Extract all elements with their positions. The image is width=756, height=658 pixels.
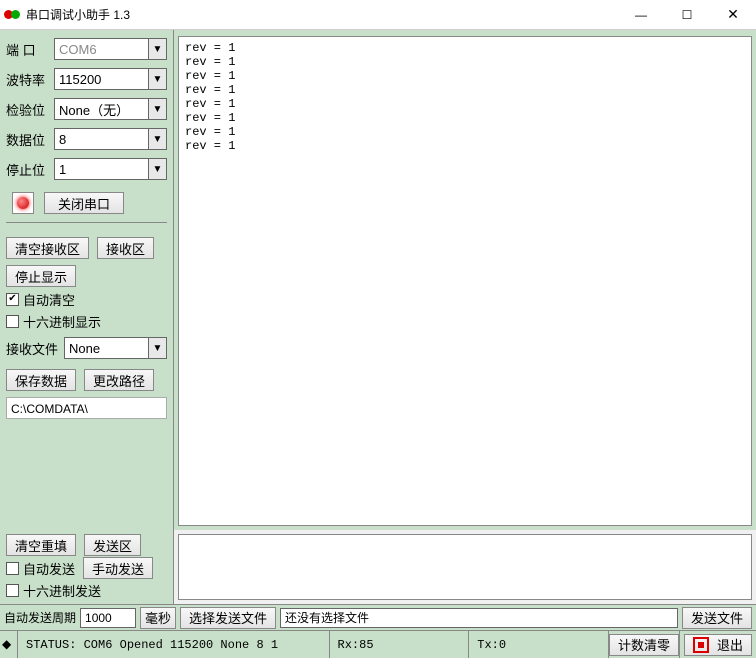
tx-textarea[interactable] [178,534,752,600]
period-unit: 毫秒 [140,607,176,629]
port-value: COM6 [59,42,97,57]
parity-label: 检验位 [6,100,54,119]
hex-send-label: 十六进制发送 [23,581,101,600]
chevron-down-icon[interactable]: ▼ [148,129,166,149]
config-panel: 端 口 COM6 ▼ 波特率 115200 ▼ 检验位 None（无） ▼ 数据… [0,30,174,530]
stop-display-button[interactable]: 停止显示 [6,265,76,287]
chevron-down-icon[interactable]: ▼ [148,39,166,59]
period-input[interactable]: 1000 [80,608,136,628]
auto-clear-label: 自动清空 [23,290,75,309]
choose-file-button[interactable]: 选择发送文件 [180,607,276,629]
close-port-button[interactable]: 关闭串口 [44,192,124,214]
port-status-icon [12,192,34,214]
hex-send-checkbox[interactable] [6,584,19,597]
titlebar: 串口调试小助手 1.3 — ☐ ✕ [0,0,756,30]
clear-rx-button[interactable]: 清空接收区 [6,237,89,259]
exit-button[interactable]: 退出 [684,634,752,656]
tx-count: Tx:0 [469,631,609,658]
send-file-button[interactable]: 发送文件 [682,607,752,629]
auto-clear-checkbox[interactable]: ✔ [6,293,19,306]
file-path-display: 还没有选择文件 [280,608,678,628]
send-panel: 清空重填 发送区 自动发送 手动发送 十六进制发送 [0,530,756,604]
change-path-button[interactable]: 更改路径 [84,369,154,391]
databits-select[interactable]: 8 ▼ [54,128,167,150]
minimize-button[interactable]: — [618,0,664,30]
databits-label: 数据位 [6,130,54,149]
period-label: 自动发送周期 [4,609,76,626]
clear-count-button[interactable]: 计数清零 [609,634,679,656]
baud-select[interactable]: 115200 ▼ [54,68,167,90]
clear-refill-button[interactable]: 清空重填 [6,534,76,556]
stop-icon [693,637,709,653]
stopbits-select[interactable]: 1 ▼ [54,158,167,180]
save-data-button[interactable]: 保存数据 [6,369,76,391]
parity-select[interactable]: None（无） ▼ [54,98,167,120]
status-icon: ◆ [2,638,11,652]
chevron-down-icon[interactable]: ▼ [148,69,166,89]
rx-panel: rev = 1 rev = 1 rev = 1 rev = 1 rev = 1 … [174,30,756,530]
baud-label: 波特率 [6,70,54,89]
tx-area-button[interactable]: 发送区 [84,534,141,556]
port-label: 端 口 [6,40,54,59]
status-text: STATUS: COM6 Opened 115200 None 8 1 [18,631,330,658]
hex-display-checkbox[interactable] [6,315,19,328]
rx-file-select[interactable]: None ▼ [64,337,167,359]
hex-display-label: 十六进制显示 [23,312,101,331]
exit-label: 退出 [717,635,743,654]
status-bar: ◆ STATUS: COM6 Opened 115200 None 8 1 Rx… [0,630,756,658]
auto-send-label: 自动发送 [23,559,75,578]
maximize-button[interactable]: ☐ [664,0,710,30]
rx-count: Rx:85 [330,631,470,658]
chevron-down-icon[interactable]: ▼ [148,99,166,119]
rx-area-button[interactable]: 接收区 [97,237,154,259]
baud-value: 115200 [59,72,101,87]
stopbits-label: 停止位 [6,160,54,179]
rx-textarea[interactable]: rev = 1 rev = 1 rev = 1 rev = 1 rev = 1 … [178,36,752,526]
databits-value: 8 [59,132,66,147]
close-button[interactable]: ✕ [710,0,756,30]
stopbits-value: 1 [59,162,66,177]
parity-value: None（无） [59,100,129,119]
app-icon [4,7,20,23]
manual-send-button[interactable]: 手动发送 [83,557,153,579]
chevron-down-icon[interactable]: ▼ [148,338,166,358]
auto-send-checkbox[interactable] [6,562,19,575]
file-send-row: 自动发送周期 1000 毫秒 选择发送文件 还没有选择文件 发送文件 [0,604,756,630]
window-title: 串口调试小助手 1.3 [26,6,618,23]
path-display: C:\COMDATA\ [6,397,167,419]
rx-file-label: 接收文件 [6,339,64,358]
rx-file-value: None [69,341,100,356]
port-select[interactable]: COM6 ▼ [54,38,167,60]
chevron-down-icon[interactable]: ▼ [148,159,166,179]
